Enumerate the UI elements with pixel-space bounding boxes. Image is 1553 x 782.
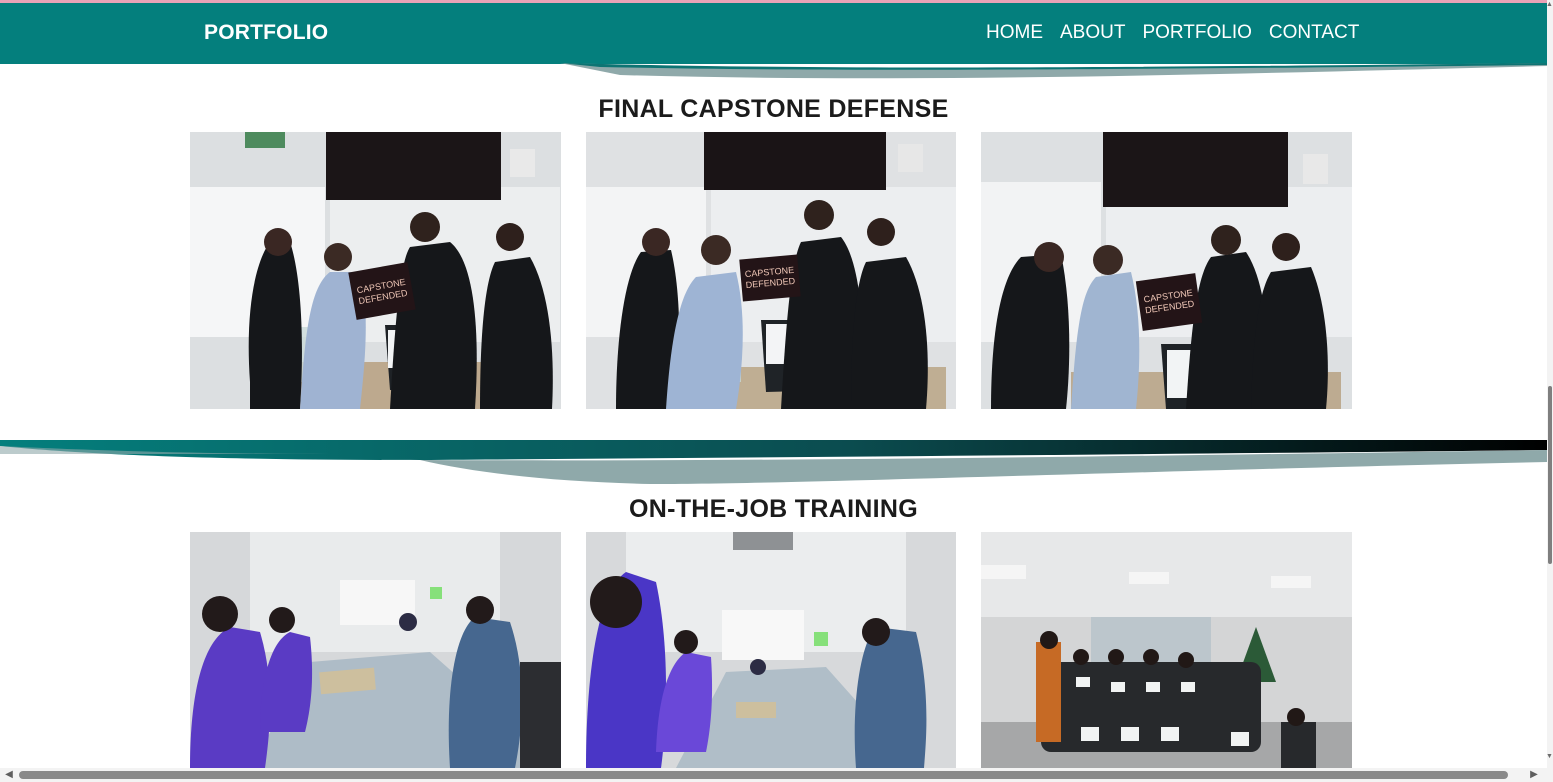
ojt-photo-1[interactable] xyxy=(190,532,561,768)
section-title-capstone: FINAL CAPSTONE DEFENSE xyxy=(598,95,949,123)
nav-link-contact[interactable]: CONTACT xyxy=(1269,22,1359,44)
capstone-photo-3[interactable]: CAPSTONE DEFENDED xyxy=(981,132,1352,409)
horizontal-scrollbar-thumb[interactable] xyxy=(19,771,1508,779)
brand-logo[interactable]: PORTFOLIO xyxy=(204,21,328,45)
capstone-photo-1[interactable]: CAPSTONE DEFENDED xyxy=(190,132,561,409)
nav-link-portfolio[interactable]: PORTFOLIO xyxy=(1142,22,1251,44)
section-divider-wave xyxy=(0,440,1547,484)
nav-link-about[interactable]: ABOUT xyxy=(1060,22,1125,44)
navbar: PORTFOLIO HOME ABOUT PORTFOLIO CONTACT xyxy=(0,3,1547,64)
nav-link-home[interactable]: HOME xyxy=(986,22,1043,44)
scroll-right-arrow-icon[interactable]: ▶ xyxy=(1528,769,1540,781)
ojt-photo-3[interactable] xyxy=(981,532,1352,768)
scroll-up-arrow-icon[interactable]: ▲ xyxy=(1546,0,1553,9)
capstone-photo-2[interactable]: CAPSTONE DEFENDED xyxy=(586,132,956,409)
ojt-photo-2[interactable] xyxy=(586,532,956,768)
scroll-down-arrow-icon[interactable]: ▼ xyxy=(1546,752,1553,761)
section-title-ojt: ON-THE-JOB TRAINING xyxy=(628,495,919,523)
header-wave xyxy=(560,63,1547,79)
scroll-left-arrow-icon[interactable]: ◀ xyxy=(3,769,15,781)
vertical-scrollbar-thumb[interactable] xyxy=(1548,386,1552,564)
nav-links: HOME ABOUT PORTFOLIO CONTACT xyxy=(986,22,1359,44)
